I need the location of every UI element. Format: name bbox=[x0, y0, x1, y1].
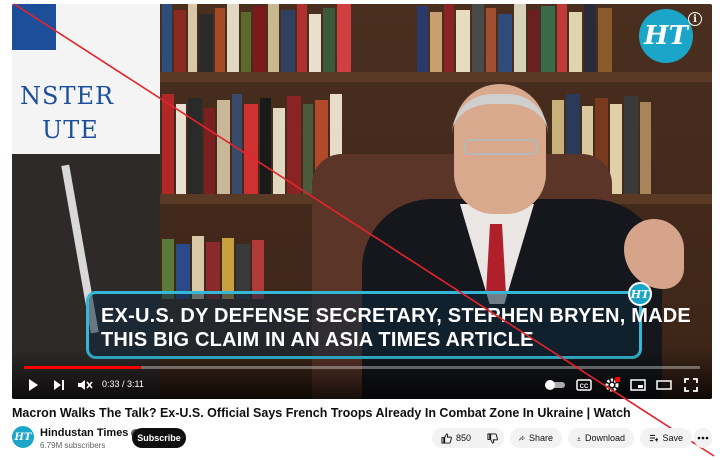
captions-button[interactable]: CC bbox=[575, 376, 593, 394]
book bbox=[232, 94, 242, 194]
video-title: Macron Walks The Talk? Ex-U.S. Official … bbox=[12, 406, 631, 420]
play-icon bbox=[29, 379, 38, 391]
channel-name[interactable]: Hindustan Times ✓ bbox=[40, 427, 141, 439]
book bbox=[541, 6, 555, 72]
banner-flag bbox=[12, 4, 56, 50]
book bbox=[486, 8, 496, 72]
book bbox=[162, 4, 172, 72]
theater-icon bbox=[656, 380, 672, 390]
book bbox=[569, 12, 582, 72]
info-icon[interactable]: i bbox=[688, 12, 702, 26]
book bbox=[241, 12, 251, 72]
banner-text-line: UTE bbox=[42, 116, 99, 144]
time-display: 0:33 / 3:11 bbox=[102, 379, 144, 389]
svg-text:CC: CC bbox=[580, 384, 589, 390]
book bbox=[624, 96, 638, 194]
book bbox=[260, 98, 271, 194]
book bbox=[199, 14, 213, 72]
book bbox=[472, 4, 484, 72]
miniplayer-icon bbox=[630, 379, 646, 391]
next-icon bbox=[54, 380, 64, 390]
subscriber-count: 6.79M subscribers bbox=[40, 441, 106, 450]
book bbox=[227, 4, 239, 72]
book bbox=[598, 8, 612, 72]
book bbox=[444, 4, 454, 72]
dislike-button[interactable] bbox=[487, 432, 498, 444]
save-label: Save bbox=[662, 433, 683, 443]
share-label: Share bbox=[528, 433, 553, 443]
book bbox=[176, 104, 186, 194]
channel-name-text: Hindustan Times bbox=[40, 427, 129, 439]
download-label: Download bbox=[584, 433, 625, 443]
captions-icon: CC bbox=[576, 379, 592, 391]
like-button[interactable]: 850 bbox=[441, 432, 472, 444]
thumbs-up-icon bbox=[441, 432, 452, 444]
progress-bar[interactable] bbox=[24, 366, 700, 369]
book bbox=[222, 238, 234, 299]
book bbox=[253, 6, 266, 72]
autoplay-toggle[interactable] bbox=[544, 376, 566, 394]
caption-line: EX-U.S. DY DEFENSE SECRETARY, STEPHEN BR… bbox=[101, 305, 691, 327]
theater-button[interactable] bbox=[655, 376, 673, 394]
institute-banner: NSTER UTE bbox=[12, 4, 160, 154]
settings-icon bbox=[605, 377, 620, 392]
autoplay-toggle-icon bbox=[545, 380, 565, 390]
like-count: 850 bbox=[456, 433, 472, 443]
more-icon bbox=[697, 436, 709, 440]
book bbox=[287, 96, 301, 194]
like-dislike-group: 850 bbox=[432, 428, 504, 448]
fullscreen-button[interactable] bbox=[682, 376, 700, 394]
book bbox=[323, 8, 335, 72]
book bbox=[417, 6, 428, 72]
book bbox=[498, 14, 512, 72]
fullscreen-icon bbox=[684, 378, 698, 392]
download-button[interactable]: Download bbox=[568, 428, 634, 448]
book bbox=[204, 108, 215, 194]
shelf-board bbox=[152, 72, 712, 82]
share-button[interactable]: Share bbox=[510, 428, 562, 448]
progress-fill bbox=[24, 366, 141, 369]
mute-button[interactable] bbox=[76, 376, 94, 394]
share-icon bbox=[519, 435, 525, 441]
banner-text-line: NSTER bbox=[20, 82, 115, 110]
thumbs-down-icon bbox=[487, 432, 498, 444]
book bbox=[309, 14, 321, 72]
book bbox=[584, 4, 596, 72]
play-button[interactable] bbox=[24, 376, 42, 394]
save-playlist-icon bbox=[649, 434, 659, 442]
book bbox=[337, 4, 351, 72]
book bbox=[456, 10, 470, 72]
book bbox=[162, 239, 174, 299]
book bbox=[268, 4, 279, 72]
channel-watermark-logo: HT bbox=[639, 9, 693, 63]
more-actions-button[interactable] bbox=[694, 428, 712, 448]
book bbox=[174, 10, 186, 72]
next-button[interactable] bbox=[50, 376, 68, 394]
book bbox=[162, 94, 174, 194]
book bbox=[640, 102, 651, 194]
miniplayer-button[interactable] bbox=[629, 376, 647, 394]
download-icon bbox=[577, 436, 581, 441]
book bbox=[430, 12, 442, 72]
book bbox=[273, 108, 285, 194]
book bbox=[244, 104, 258, 194]
book bbox=[528, 10, 539, 72]
channel-avatar[interactable]: HT bbox=[12, 426, 34, 448]
book bbox=[217, 100, 230, 194]
speaker-glasses bbox=[464, 139, 538, 155]
book bbox=[297, 4, 307, 72]
book bbox=[215, 8, 225, 72]
video-player[interactable]: NSTER UTE HT i EX-U.S. DY DEFENSE SECRET… bbox=[12, 4, 712, 399]
book bbox=[557, 4, 567, 72]
book bbox=[188, 4, 197, 72]
book bbox=[192, 236, 204, 299]
book bbox=[281, 10, 295, 72]
caption-logo: HT bbox=[628, 282, 652, 306]
book bbox=[188, 98, 202, 194]
subscribe-button[interactable]: Subscribe bbox=[132, 428, 186, 448]
book bbox=[514, 4, 526, 72]
save-button[interactable]: Save bbox=[640, 428, 692, 448]
settings-button[interactable] bbox=[602, 376, 622, 394]
mute-icon bbox=[78, 380, 93, 390]
